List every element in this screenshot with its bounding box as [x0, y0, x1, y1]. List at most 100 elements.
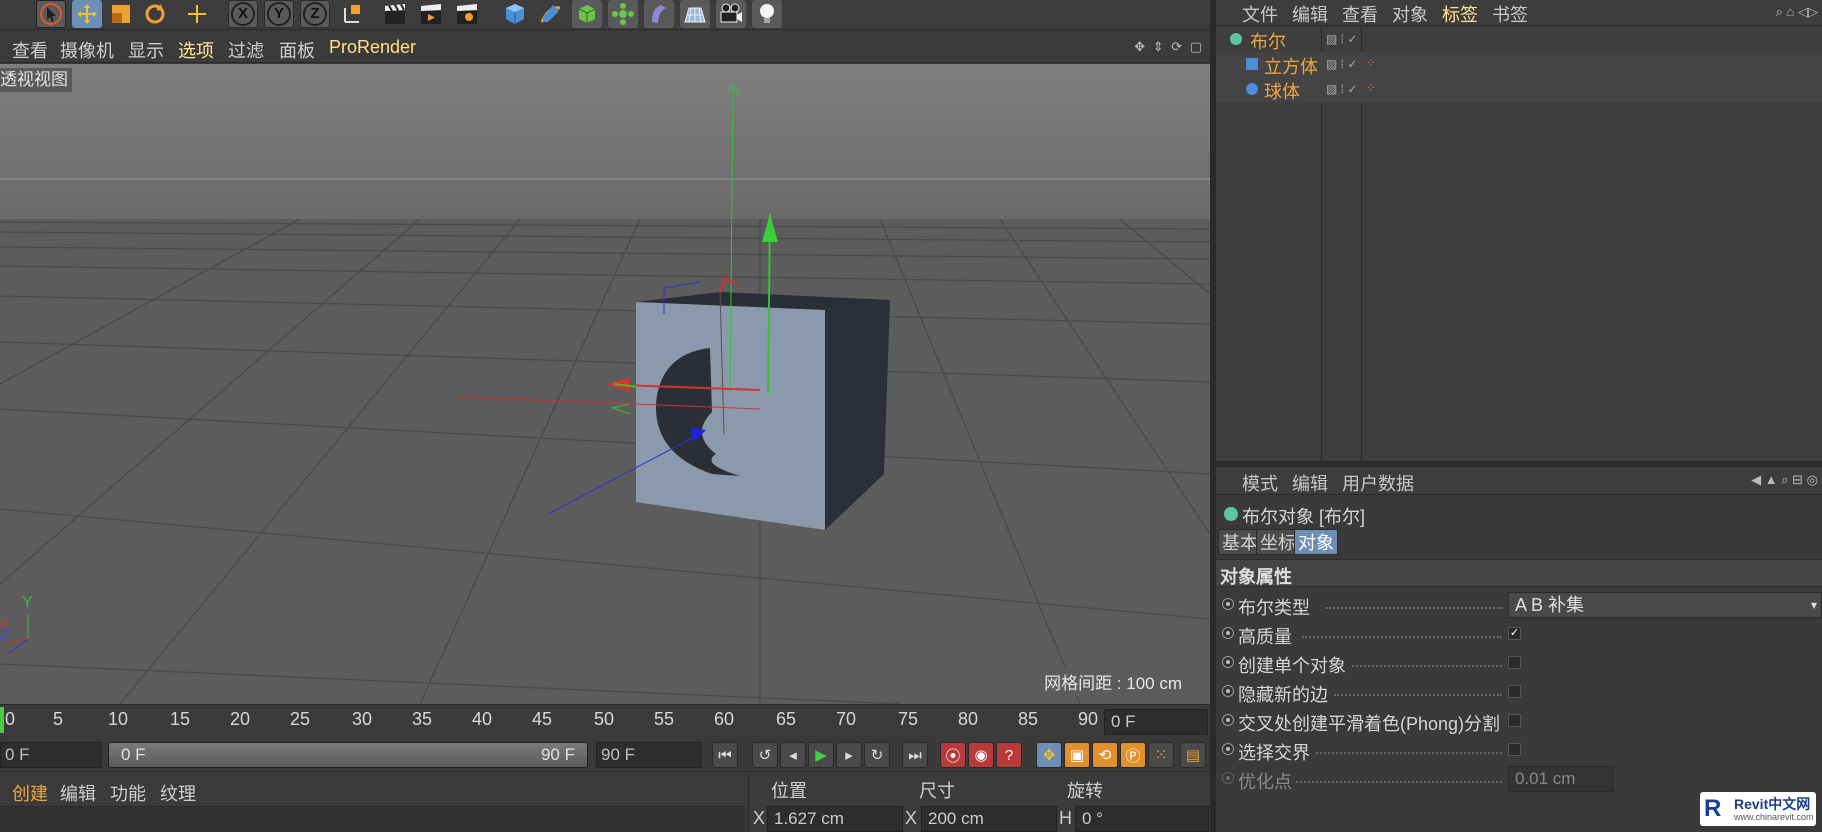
- timeline-window-button[interactable]: ▤: [1180, 742, 1206, 768]
- add-floor-button[interactable]: [680, 0, 710, 28]
- z-axis-lock-button[interactable]: Z: [300, 0, 330, 28]
- optimize-points-field[interactable]: 0.01 cm: [1508, 766, 1614, 792]
- add-nurbs-button[interactable]: [572, 0, 602, 28]
- scale-tool-button[interactable]: [106, 0, 136, 28]
- object-row-sphere[interactable]: 球体 ▨ ⁞ ✓ ⁘: [1216, 77, 1822, 102]
- auto-key-button[interactable]: ◉: [968, 742, 994, 768]
- add-spline-button[interactable]: [536, 0, 566, 28]
- om-menu-edit[interactable]: 编辑: [1292, 1, 1328, 27]
- dots-leader: [1302, 636, 1502, 638]
- add-array-button[interactable]: [608, 0, 638, 28]
- render-view-button[interactable]: [380, 0, 410, 28]
- object-row-cube[interactable]: 立方体 ▨ ⁞ ✓ ⁘: [1216, 52, 1822, 77]
- timeline-ruler[interactable]: 0 5 10 15 20 25 30 35 40 45 50 55 60 65 …: [0, 704, 1210, 736]
- hide-edges-checkbox[interactable]: [1508, 685, 1521, 698]
- animate-radio[interactable]: [1222, 656, 1234, 668]
- material-area[interactable]: [0, 806, 745, 832]
- add-light-button[interactable]: [752, 0, 782, 28]
- key-rotation-button[interactable]: ⟲: [1092, 742, 1118, 768]
- animate-radio[interactable]: [1222, 743, 1234, 755]
- add-camera-button[interactable]: [716, 0, 746, 28]
- menu-edit[interactable]: 编辑: [60, 780, 96, 806]
- key-pla-button[interactable]: ⁙: [1148, 742, 1174, 768]
- om-menu-bookmarks[interactable]: 书签: [1492, 1, 1528, 27]
- om-menu-file[interactable]: 文件: [1242, 1, 1278, 27]
- add-cube-button[interactable]: [500, 0, 530, 28]
- key-selection-button[interactable]: ?: [996, 742, 1022, 768]
- menu-camera[interactable]: 摄像机: [60, 37, 114, 63]
- menu-options[interactable]: 选项: [178, 37, 214, 63]
- render-settings-button[interactable]: [452, 0, 482, 28]
- menu-panel[interactable]: 面板: [279, 37, 315, 63]
- goto-next-key-button[interactable]: ↻: [864, 742, 890, 768]
- animate-radio[interactable]: [1222, 714, 1234, 726]
- position-x-field[interactable]: 1.627 cm: [767, 806, 903, 832]
- am-menu-mode[interactable]: 模式: [1242, 470, 1278, 496]
- menu-create[interactable]: 创建: [12, 780, 48, 806]
- visibility-icon[interactable]: ▨ ⁞ ✓: [1326, 32, 1357, 46]
- key-position-button[interactable]: ✥: [1036, 742, 1062, 768]
- goto-end-button[interactable]: ⏭: [902, 742, 928, 768]
- perspective-viewport[interactable]: 透视视图 Y X Z 网格间距 : 100 cm: [0, 64, 1210, 704]
- tab-object[interactable]: 对象: [1294, 529, 1338, 555]
- goto-start-button[interactable]: ⏮: [712, 742, 738, 768]
- phong-break-checkbox[interactable]: [1508, 714, 1521, 727]
- key-param-button[interactable]: Ⓟ: [1120, 742, 1146, 768]
- camera-label: 透视视图: [0, 68, 72, 92]
- live-selection-button[interactable]: [36, 0, 66, 28]
- am-menu-userdata[interactable]: 用户数据: [1342, 470, 1414, 496]
- menu-view[interactable]: 查看: [12, 37, 48, 63]
- add-deformer-button[interactable]: [644, 0, 674, 28]
- om-menu-object[interactable]: 对象: [1392, 1, 1428, 27]
- visibility-icon[interactable]: ▨ ⁞ ✓: [1326, 57, 1357, 71]
- viewport-nav-icons[interactable]: ✥ ⇕ ⟳ ▢: [1134, 39, 1204, 55]
- recent-tool-button[interactable]: [182, 0, 212, 28]
- rotation-h-field[interactable]: 0 °: [1075, 806, 1209, 832]
- current-frame-field[interactable]: 0 F: [1104, 709, 1208, 735]
- om-search-icon[interactable]: ⌕ ⌂ ◁▷: [1776, 4, 1818, 20]
- visibility-icon[interactable]: ▨ ⁞ ✓: [1326, 82, 1357, 96]
- record-button[interactable]: ⦿: [940, 742, 966, 768]
- boole-type-select[interactable]: A B 补集 ▾: [1508, 592, 1822, 618]
- rotate-tool-button[interactable]: [140, 0, 170, 28]
- object-row-boole[interactable]: 布尔 ▨ ⁞ ✓: [1216, 27, 1822, 52]
- play-button[interactable]: ▶: [808, 742, 834, 768]
- phong-tag-icon[interactable]: ⁘: [1366, 81, 1376, 95]
- am-nav-icons[interactable]: ◀ ▲ ⌕ ⊟ ◎: [1751, 472, 1818, 488]
- start-frame-field[interactable]: 0 F: [0, 742, 102, 768]
- om-menu-view[interactable]: 查看: [1342, 1, 1378, 27]
- high-quality-checkbox[interactable]: ✓: [1508, 627, 1521, 640]
- tick-label: 15: [170, 709, 191, 729]
- goto-prev-key-button[interactable]: ↺: [752, 742, 778, 768]
- size-axis-label: X: [905, 808, 918, 828]
- x-axis-lock-button[interactable]: X: [228, 0, 258, 28]
- preview-range-slider[interactable]: 0 F 90 F: [108, 742, 588, 768]
- render-picture-viewer-button[interactable]: [416, 0, 446, 28]
- select-intersection-checkbox[interactable]: [1508, 743, 1521, 756]
- om-menu-tags[interactable]: 标签: [1442, 1, 1478, 27]
- bend-icon: [652, 5, 666, 23]
- select-arrow-icon: [40, 3, 62, 25]
- timeline-playhead[interactable]: [0, 707, 4, 733]
- size-x-field[interactable]: 200 cm: [921, 806, 1057, 832]
- menu-prorender[interactable]: ProRender: [329, 37, 416, 58]
- phong-tag-icon[interactable]: ⁘: [1366, 56, 1376, 70]
- animate-radio[interactable]: [1222, 627, 1234, 639]
- menu-function[interactable]: 功能: [110, 780, 146, 806]
- animate-radio[interactable]: [1222, 598, 1234, 610]
- prev-frame-button[interactable]: ◂: [780, 742, 806, 768]
- animate-radio[interactable]: [1222, 772, 1234, 784]
- end-frame-field[interactable]: 90 F: [596, 742, 702, 768]
- animate-radio[interactable]: [1222, 685, 1234, 697]
- am-menu-edit[interactable]: 编辑: [1292, 470, 1328, 496]
- next-frame-button[interactable]: ▸: [836, 742, 862, 768]
- menu-filter[interactable]: 过滤: [228, 37, 264, 63]
- menu-texture[interactable]: 纹理: [160, 780, 196, 806]
- menu-display[interactable]: 显示: [128, 37, 164, 63]
- create-single-checkbox[interactable]: [1508, 656, 1521, 669]
- coordinate-system-button[interactable]: [338, 0, 368, 28]
- move-tool-button[interactable]: [72, 0, 102, 28]
- subdivision-icon: [578, 5, 596, 23]
- y-axis-lock-button[interactable]: Y: [264, 0, 294, 28]
- key-scale-button[interactable]: ▣: [1064, 742, 1090, 768]
